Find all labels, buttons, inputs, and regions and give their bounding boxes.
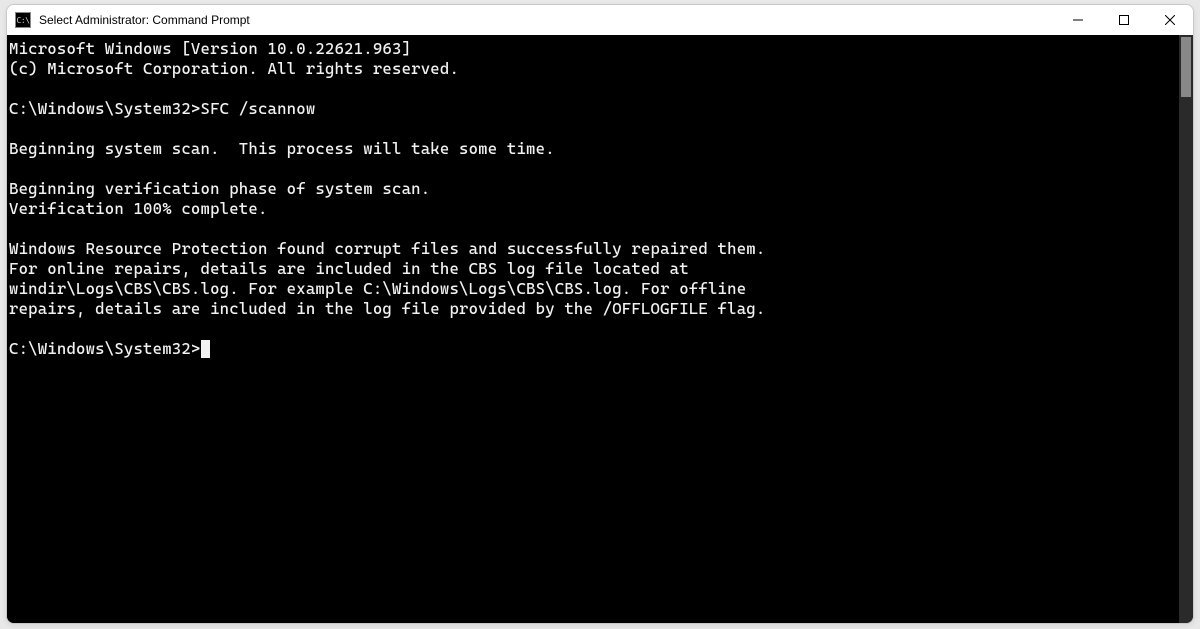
vertical-scrollbar[interactable] xyxy=(1179,35,1193,623)
prompt: C:\Windows\System32> xyxy=(9,339,201,358)
maximize-icon xyxy=(1119,15,1129,25)
titlebar[interactable]: C:\ Select Administrator: Command Prompt xyxy=(7,5,1193,35)
close-button[interactable] xyxy=(1147,5,1193,35)
command-prompt-window: C:\ Select Administrator: Command Prompt… xyxy=(6,4,1194,624)
terminal-output[interactable]: Microsoft Windows [Version 10.0.22621.96… xyxy=(7,35,1179,623)
minimize-icon xyxy=(1073,15,1083,25)
terminal-area: Microsoft Windows [Version 10.0.22621.96… xyxy=(7,35,1193,623)
minimize-button[interactable] xyxy=(1055,5,1101,35)
window-controls xyxy=(1055,5,1193,35)
cursor xyxy=(201,340,210,358)
app-icon: C:\ xyxy=(15,12,31,28)
scrollbar-thumb[interactable] xyxy=(1181,37,1191,97)
close-icon xyxy=(1165,15,1175,25)
terminal-lines: Microsoft Windows [Version 10.0.22621.96… xyxy=(9,39,765,318)
window-title: Select Administrator: Command Prompt xyxy=(39,13,1055,27)
maximize-button[interactable] xyxy=(1101,5,1147,35)
